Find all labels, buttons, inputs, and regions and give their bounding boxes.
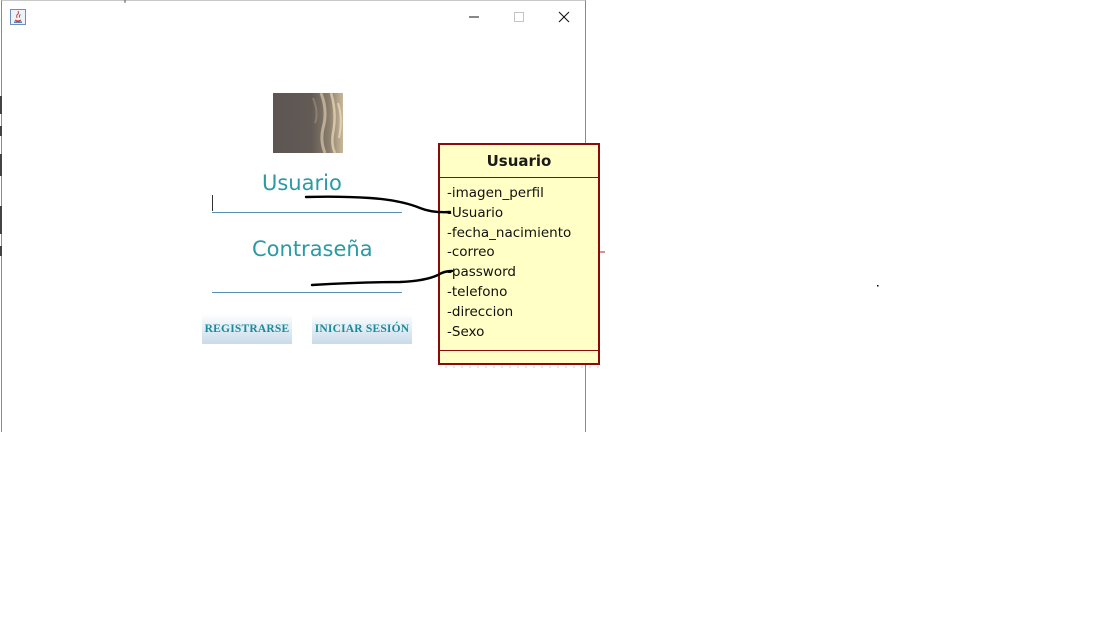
text-caret: [212, 195, 213, 211]
uml-class-name: Usuario: [440, 145, 598, 178]
uml-attribute: -Usuario: [447, 204, 504, 221]
maximize-button: [496, 1, 541, 32]
register-button[interactable]: REGISTRARSE: [202, 314, 292, 344]
uml-attribute: -correo: [447, 244, 495, 261]
close-icon: [558, 11, 570, 23]
uml-attribute-list: -imagen_perfil -Usuario -fecha_nacimient…: [440, 178, 598, 347]
java-app-icon: [10, 9, 26, 25]
password-input[interactable]: [212, 292, 402, 293]
uml-attribute: -password: [447, 264, 516, 281]
canvas: Usuario Contraseña REGISTRARSE INICIAR S…: [0, 0, 1118, 617]
uml-attribute: -direccion: [447, 303, 514, 320]
uml-attribute: -Sexo: [447, 323, 485, 340]
uml-methods-section: [440, 350, 598, 364]
maximize-icon: [513, 11, 525, 23]
login-button[interactable]: INICIAR SESIÓN: [312, 314, 412, 344]
usuario-label: Usuario: [262, 171, 342, 195]
close-button[interactable]: [541, 1, 586, 32]
minimize-button[interactable]: [451, 1, 496, 32]
uml-attribute: -telefono: [447, 283, 508, 300]
uml-shadow-dots: [442, 366, 602, 368]
minimize-icon: [468, 11, 480, 23]
usuario-input[interactable]: [212, 212, 402, 213]
uml-attribute: -fecha_nacimiento: [447, 224, 572, 241]
stray-pixel: [877, 285, 879, 287]
title-bar: [2, 1, 585, 32]
password-label: Contraseña: [252, 237, 373, 261]
background-window-edge: [0, 96, 2, 256]
uml-attribute: -imagen_perfil: [447, 185, 544, 201]
uml-class-usuario: Usuario -imagen_perfil -Usuario -fecha_n…: [438, 143, 600, 365]
profile-image: [273, 93, 343, 153]
